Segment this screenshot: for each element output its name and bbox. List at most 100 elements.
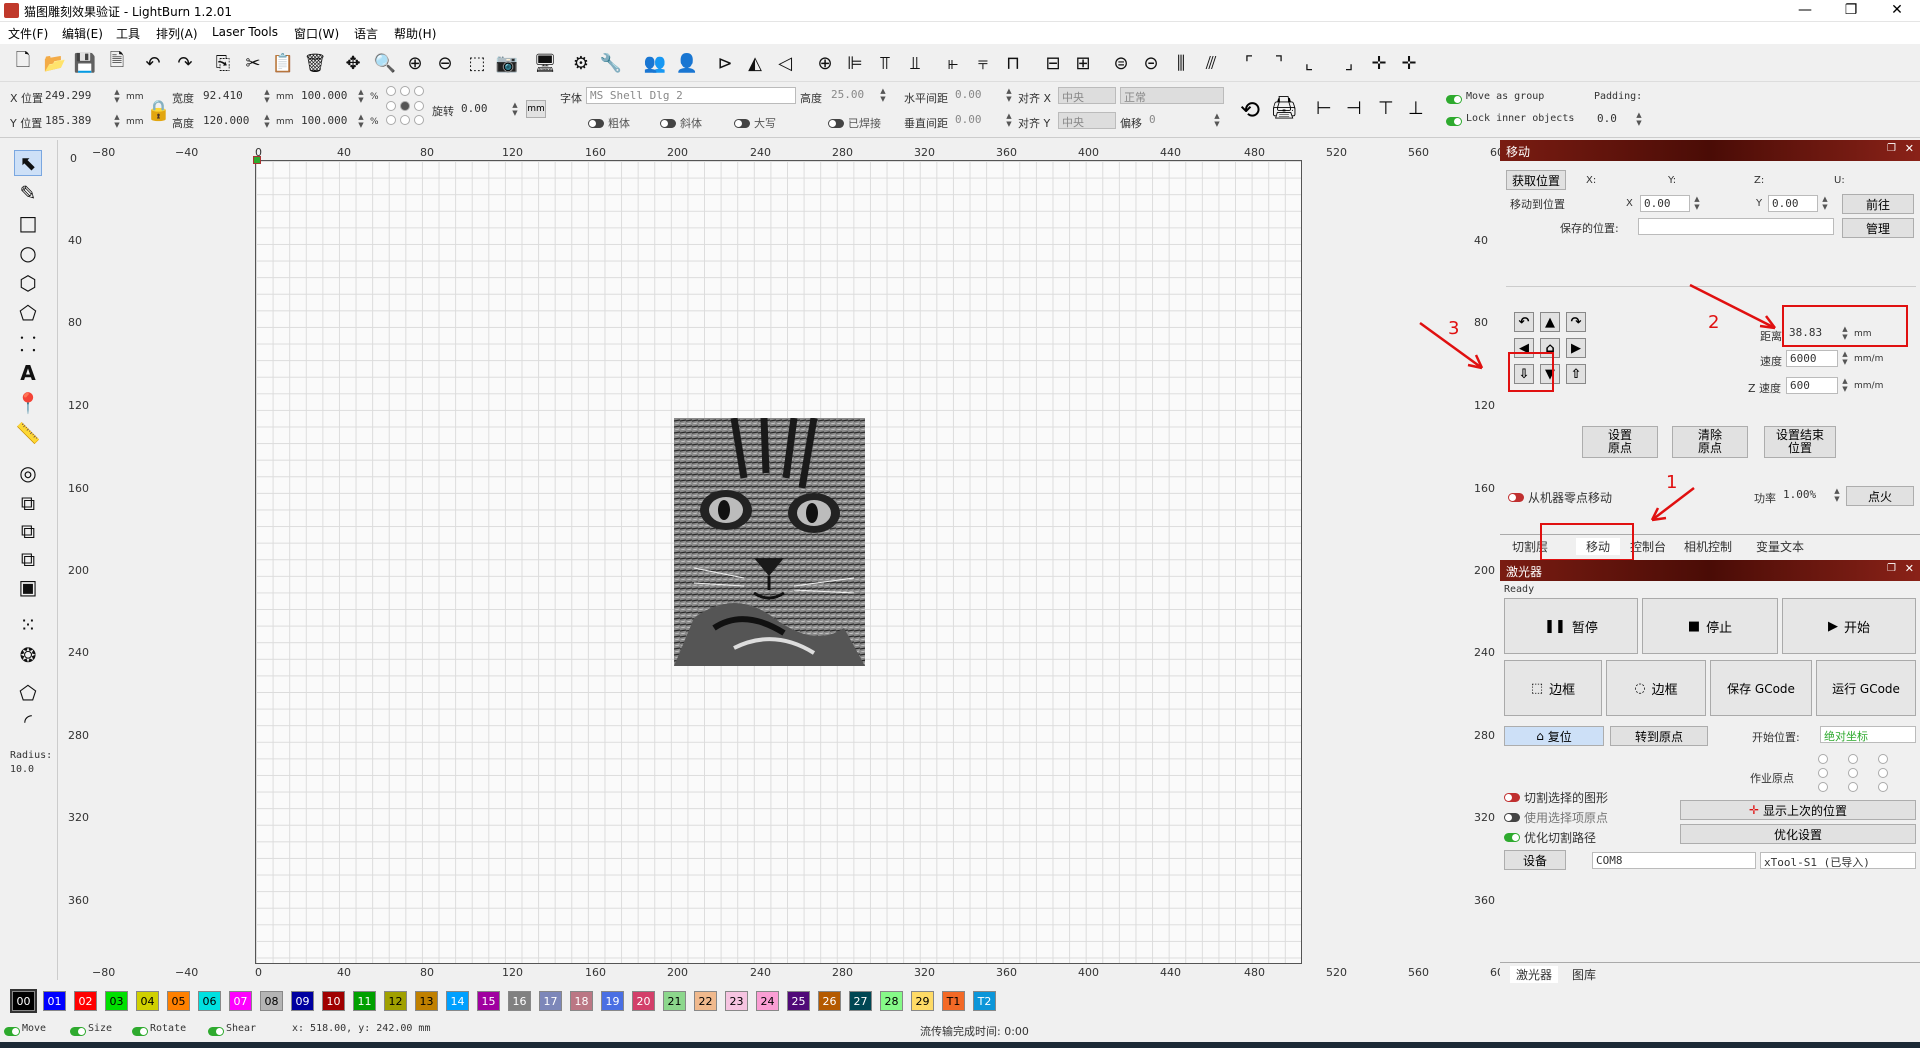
mirror-v-icon[interactable]: ◭ <box>742 50 768 76</box>
layer-swatch-T2[interactable]: T2 <box>973 991 996 1011</box>
layer-swatch-15[interactable]: 15 <box>477 991 500 1011</box>
power-input[interactable]: 1.00% <box>1780 487 1830 504</box>
dist-icon-4[interactable]: ⊥ <box>1408 98 1424 119</box>
corner-tl-icon[interactable]: ⌜ <box>1236 50 1262 76</box>
y-pos-input[interactable]: 185.389 <box>42 113 110 130</box>
zoom-fit-icon[interactable]: 🔍 <box>372 50 398 76</box>
layer-swatch-06[interactable]: 06 <box>198 991 221 1011</box>
layer-swatch-23[interactable]: 23 <box>725 991 748 1011</box>
move-mode-toggle[interactable] <box>4 1024 20 1037</box>
layer-swatch-25[interactable]: 25 <box>787 991 810 1011</box>
maximize-button[interactable]: ❐ <box>1828 0 1874 22</box>
set-origin-button[interactable]: 设置 原点 <box>1582 426 1658 458</box>
printer-icon[interactable]: 🖨 <box>1270 96 1298 121</box>
text-height-spinner[interactable]: ▲ ▼ <box>878 87 888 104</box>
zoom-select-icon[interactable]: ⬚ <box>464 50 490 76</box>
menu-help[interactable]: 帮助(H) <box>394 25 436 42</box>
settings-icon[interactable]: ⚙ <box>568 50 594 76</box>
move-x-spinner[interactable]: ▲ ▼ <box>1692 195 1702 212</box>
width-pct-spinner[interactable]: ▲ ▼ <box>356 88 366 105</box>
camera-icon[interactable]: 📷 <box>494 50 520 76</box>
height-input[interactable]: 120.000 <box>200 113 260 130</box>
padding-spinner[interactable]: ▲ ▼ <box>1634 111 1644 128</box>
menu-window[interactable]: 窗口(W) <box>294 25 339 42</box>
pan-icon[interactable]: ✥ <box>340 50 366 76</box>
x-pos-spinner[interactable]: ▲ ▼ <box>112 88 122 105</box>
center-point-2-icon[interactable]: ✛ <box>1396 50 1422 76</box>
rotate-flip-icon[interactable]: ◁ <box>772 50 798 76</box>
jog-right-icon[interactable]: ▶ <box>1566 338 1586 358</box>
radius-value[interactable]: 10.0 <box>10 764 34 775</box>
power-spinner[interactable]: ▲ ▼ <box>1832 487 1842 504</box>
save-as-icon[interactable]: 🗎 <box>104 50 130 76</box>
z-speed-spinner[interactable]: ▲ ▼ <box>1840 377 1850 394</box>
align-right-icon[interactable]: ⫦ <box>940 50 966 76</box>
optimize-path-toggle[interactable] <box>1504 830 1520 844</box>
port-select[interactable]: COM8 <box>1592 852 1756 869</box>
save-icon[interactable]: 💾 <box>72 50 98 76</box>
padding-input[interactable]: 0.0 <box>1594 111 1634 128</box>
save-gcode-button[interactable]: 保存 GCode <box>1710 660 1812 716</box>
align-top-icon[interactable]: ⫪ <box>872 50 898 76</box>
menu-file[interactable]: 文件(F) <box>8 25 48 42</box>
new-file-icon[interactable]: 🗋 <box>10 50 36 76</box>
mirror-h-icon[interactable]: ⊳ <box>712 50 738 76</box>
layer-swatch-11[interactable]: 11 <box>353 991 376 1011</box>
cut-selected-toggle[interactable] <box>1504 790 1520 804</box>
layer-swatch-28[interactable]: 28 <box>880 991 903 1011</box>
move-y-spinner[interactable]: ▲ ▼ <box>1820 195 1830 212</box>
jog-up-icon[interactable]: ▲ <box>1540 312 1560 332</box>
dist-icon-3[interactable]: ⊤ <box>1378 98 1394 119</box>
ellipse-tool-icon[interactable]: ○ <box>14 240 42 266</box>
anchor-grid[interactable] <box>386 86 428 128</box>
width-pct-input[interactable]: 100.000 <box>298 88 354 105</box>
tab-tool-icon[interactable]: ⬠ <box>14 680 42 706</box>
menu-laser-tools[interactable]: Laser Tools <box>212 25 278 39</box>
dist-icon-1[interactable]: ⊢ <box>1316 98 1332 119</box>
layer-swatch-22[interactable]: 22 <box>694 991 717 1011</box>
hspace-spinner[interactable]: ▲ ▼ <box>1004 87 1014 104</box>
weld-icon[interactable]: ▣ <box>14 574 42 600</box>
y-pos-spinner[interactable]: ▲ ▼ <box>112 113 122 130</box>
layer-swatch-24[interactable]: 24 <box>756 991 779 1011</box>
ungroup-icon[interactable]: 👤 <box>674 50 700 76</box>
device-select[interactable]: xTool-S1 (已导入) <box>1760 852 1916 869</box>
pen-tool-icon[interactable]: ✎ <box>14 180 42 206</box>
stop-button[interactable]: ■ 停止 <box>1642 598 1778 654</box>
layer-swatch-04[interactable]: 04 <box>136 991 159 1011</box>
layer-swatch-08[interactable]: 08 <box>260 991 283 1011</box>
align-left-icon[interactable]: ⊫ <box>842 50 868 76</box>
align-y-select[interactable]: 中央 <box>1058 112 1116 129</box>
welded-toggle[interactable] <box>828 116 844 130</box>
width-input[interactable]: 92.410 <box>200 88 260 105</box>
home-button[interactable]: ⌂ 复位 <box>1504 726 1604 746</box>
paste-icon[interactable]: 📋 <box>270 50 296 76</box>
move-y-input[interactable]: 0.00 <box>1768 195 1818 212</box>
pause-button[interactable]: ❚❚ 暂停 <box>1504 598 1638 654</box>
marker-tool-icon[interactable]: 📍 <box>14 390 42 416</box>
center-point-icon[interactable]: ✛ <box>1366 50 1392 76</box>
layer-swatch-13[interactable]: 13 <box>415 991 438 1011</box>
edit-nodes-icon[interactable]: ⬠ <box>14 300 42 326</box>
height-spinner[interactable]: ▲ ▼ <box>262 113 272 130</box>
same-width-icon[interactable]: ⫼ <box>1168 50 1194 76</box>
layer-swatch-05[interactable]: 05 <box>167 991 190 1011</box>
circle-frame-button[interactable]: ◌ 边框 <box>1606 660 1706 716</box>
corner-br-icon[interactable]: ⌟ <box>1336 50 1362 76</box>
layer-swatch-02[interactable]: 02 <box>74 991 97 1011</box>
rotate-input[interactable]: 0.00 <box>458 101 508 118</box>
boolean-union-icon[interactable]: ⧉ <box>14 490 42 516</box>
rectangle-tool-icon[interactable]: □ <box>14 210 42 236</box>
tools-icon[interactable]: 🔧 <box>598 50 624 76</box>
layer-swatch-29[interactable]: 29 <box>911 991 934 1011</box>
italic-toggle[interactable] <box>660 116 676 130</box>
lock-inner-toggle[interactable] <box>1446 114 1462 128</box>
layer-swatch-03[interactable]: 03 <box>105 991 128 1011</box>
speed-spinner[interactable]: ▲ ▼ <box>1840 350 1850 367</box>
upper-toggle[interactable] <box>734 116 750 130</box>
text-height-input[interactable]: 25.00 <box>828 87 876 104</box>
goto-origin-button[interactable]: 转到原点 <box>1610 726 1708 746</box>
clear-origin-button[interactable]: 清除 原点 <box>1672 426 1748 458</box>
height-pct-input[interactable]: 100.000 <box>298 113 354 130</box>
show-last-button[interactable]: ✛ 显示上次的位置 <box>1680 800 1916 820</box>
